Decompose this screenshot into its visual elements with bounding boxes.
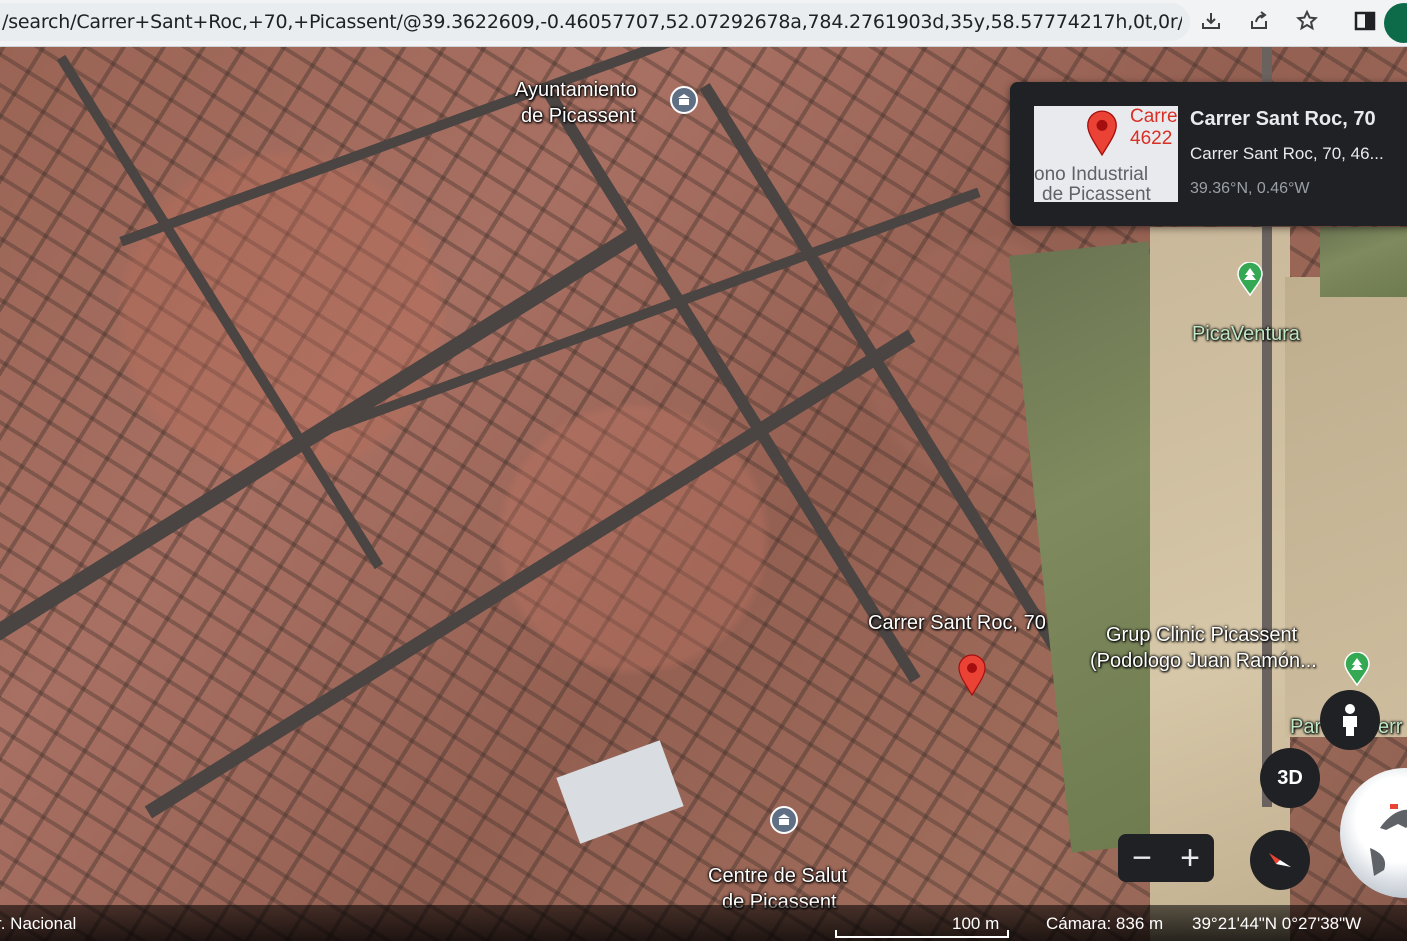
map-label-park-partial-end: err	[1378, 716, 1403, 738]
road	[319, 187, 981, 437]
road	[119, 47, 781, 247]
map-label-grup-clinic[interactable]: Grup Clinic Picassent (Podologo Juan Ram…	[1090, 622, 1317, 674]
zoom-out-button[interactable]: −	[1118, 834, 1166, 882]
health-center-icon[interactable]	[770, 806, 798, 834]
camera-altitude: Cámara: 836 m	[1046, 914, 1164, 933]
place-coordinates: 39.36°N, 0.46°W	[1190, 180, 1310, 197]
map-label-park-partial[interactable]: Par	[1290, 714, 1321, 740]
browser-toolbar: /search/Carrer+Sant+Roc,+70,+Picassent/@…	[0, 0, 1407, 47]
label-line: de Picassent	[521, 105, 636, 127]
label-line: (Podologo Juan Ramón...	[1090, 650, 1317, 672]
place-info-card[interactable]: Carre 4622 ono Industrial de Picassent C…	[1010, 82, 1407, 226]
share-icon[interactable]	[1244, 6, 1274, 36]
thumb-text: ono Industrial	[1034, 164, 1149, 185]
bookmark-star-icon[interactable]	[1292, 6, 1322, 36]
place-thumbnail[interactable]: Carre 4622 ono Industrial de Picassent	[1034, 106, 1178, 202]
street-view-pegman-icon[interactable]	[1320, 690, 1380, 750]
selected-location-pin-icon[interactable]	[958, 654, 986, 696]
thumb-text: Carre	[1130, 106, 1178, 127]
thumbnail-pin-icon	[1087, 110, 1117, 156]
map-label-selected-address[interactable]: Carrer Sant Roc, 70	[868, 610, 1046, 636]
label-line: Centre de Salut	[708, 865, 847, 887]
place-title: Carrer Sant Roc, 70	[1190, 108, 1376, 130]
map-label-ayuntamiento[interactable]: Ayuntamiento de Picassent	[515, 77, 637, 129]
sidebar-icon[interactable]	[1350, 6, 1380, 36]
3d-toggle-button[interactable]: 3D	[1260, 748, 1320, 808]
address-bar[interactable]: /search/Carrer+Sant+Roc,+70,+Picassent/@…	[0, 3, 1190, 41]
globe-icon[interactable]	[1340, 768, 1407, 898]
cursor-coordinates: 39°21'44"N 0°27'38"W	[1192, 914, 1362, 933]
attribution-text: r. Nacional	[0, 914, 77, 933]
thumb-text: de Picassent	[1042, 184, 1151, 202]
map-status-bar: r. Nacional 100 m Cámara: 836 m 39°21'44…	[0, 905, 1407, 941]
zoom-in-button[interactable]: +	[1166, 834, 1214, 882]
road	[144, 329, 916, 819]
label-line: Ayuntamiento	[515, 79, 637, 101]
map-label-picaventura[interactable]: PicaVentura	[1192, 321, 1300, 347]
park-pin-icon[interactable]	[1343, 652, 1371, 686]
city-hall-icon[interactable]	[670, 86, 698, 114]
building-roof	[556, 740, 684, 844]
label-line: Grup Clinic Picassent	[1106, 624, 1298, 646]
scale-bar	[835, 930, 1009, 938]
orchard	[1320, 227, 1407, 297]
url-text[interactable]: /search/Carrer+Sant+Roc,+70,+Picassent/@…	[2, 11, 1182, 33]
park-pin-icon[interactable]	[1236, 262, 1264, 296]
profile-avatar[interactable]	[1384, 3, 1407, 43]
download-icon[interactable]	[1196, 6, 1226, 36]
place-address: Carrer Sant Roc, 70, 46...	[1190, 144, 1384, 163]
zoom-controls: − +	[1118, 834, 1214, 882]
road	[539, 83, 921, 683]
compass-icon[interactable]	[1250, 830, 1310, 890]
thumb-text: 4622	[1130, 128, 1173, 149]
